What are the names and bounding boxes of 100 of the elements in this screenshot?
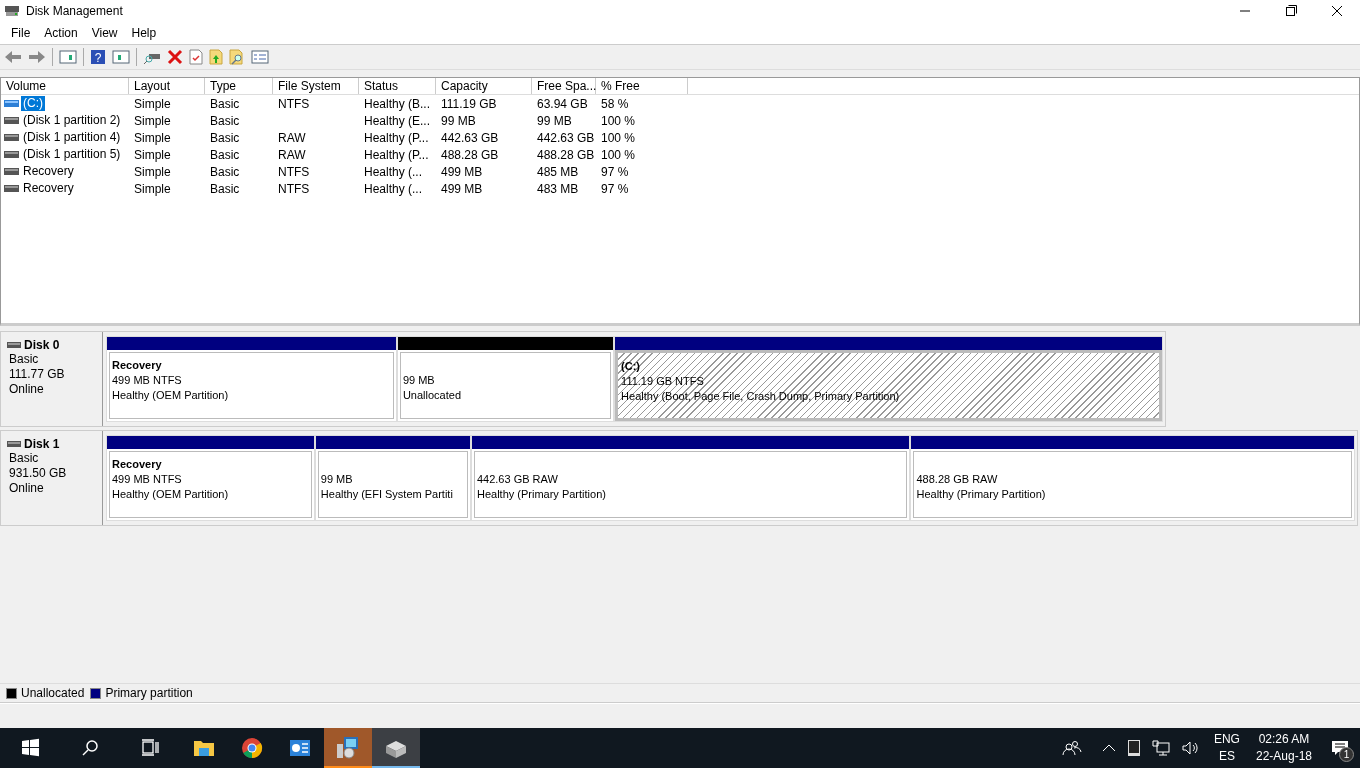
partition-status: Healthy (Boot, Page File, Crash Dump, Primary Partition) <box>621 389 901 404</box>
partition-block[interactable]: (C:) 111.19 GB NTFS Healthy (Boot, Page File, Crash Dump, Primary Partition) <box>614 336 1163 422</box>
search-button[interactable] <box>229 49 245 65</box>
volume-row[interactable]: (C:) Simple Basic NTFS Healthy (B... 111.19 GB 63.94 GB 58 % <box>1 95 1359 112</box>
partition-size: 442.63 GB RAW <box>476 472 559 487</box>
table-cell-text: 63.94 GB <box>536 96 589 111</box>
table-cell-text: 97 % <box>600 164 630 179</box>
table-cell-text: Healthy (P... <box>363 147 430 162</box>
back-button[interactable] <box>4 49 22 65</box>
table-cell-text: 100 % <box>600 113 637 128</box>
volume-row[interactable]: Recovery Simple Basic NTFS Healthy (... 499 MB 483 MB 97 % <box>1 180 1359 197</box>
import-button[interactable] <box>209 49 223 65</box>
partition-block[interactable]: 99 MB Healthy (EFI System Partiti <box>314 435 471 521</box>
table-cell-text: 58 % <box>600 96 630 111</box>
table-cell-text: Basic <box>209 113 241 128</box>
column-header[interactable]: Type <box>205 78 273 94</box>
language-indicator[interactable]: ENG ES <box>1213 731 1240 765</box>
partition-block[interactable]: Recovery 499 MB NTFS Healthy (OEM Partition) <box>106 435 315 521</box>
partition-size: 111.19 GB NTFS <box>621 374 705 389</box>
installer-icon <box>336 736 360 760</box>
table-cell-text: Healthy (E... <box>363 113 432 128</box>
volume-row[interactable]: (Disk 1 partition 2) Simple Basic Healthy (E... 99 MB 99 MB 100 % <box>1 112 1359 129</box>
table-cell-text: Simple <box>133 164 172 179</box>
table-cell-text: NTFS <box>277 96 311 111</box>
table-cell-text: (Disk 1 partition 2) <box>22 113 122 128</box>
network-icon[interactable] <box>1151 740 1170 756</box>
partition-block[interactable]: 99 MB Unallocated <box>396 336 615 422</box>
partition-status: Unallocated <box>402 388 462 403</box>
time-text: 02:26 AM <box>1258 731 1310 748</box>
disk-type: Basic <box>9 451 40 466</box>
disk-status: Online <box>9 481 45 496</box>
table-cell-text: Basic <box>209 164 241 179</box>
partition-status: Healthy (EFI System Partiti <box>320 487 454 502</box>
chevron-up-icon[interactable] <box>1101 743 1116 753</box>
date-text: 22-Aug-18 <box>1255 748 1312 765</box>
help-button[interactable]: ? <box>90 49 106 65</box>
table-cell-text: (Disk 1 partition 4) <box>22 130 122 145</box>
partition-block[interactable]: 488.28 GB RAW Healthy (Primary Partition) <box>910 435 1355 521</box>
partition-size: 99 MB <box>320 472 354 487</box>
table-cell-text: 488.28 GB <box>536 147 596 162</box>
table-cell-text: Basic <box>209 96 241 111</box>
menu-item[interactable]: Action <box>37 26 85 40</box>
partition-block[interactable]: 442.63 GB RAW Healthy (Primary Partition) <box>470 435 911 521</box>
table-cell-text: Healthy (P... <box>363 130 430 145</box>
volume-icon <box>4 117 19 124</box>
partition-status: Healthy (OEM Partition) <box>112 388 230 403</box>
disk-info-panel[interactable]: Disk 1 Basic 931.50 GB Online <box>1 431 103 525</box>
partition-size: 499 MB NTFS <box>112 472 183 487</box>
volume-icon <box>4 185 19 192</box>
column-header[interactable]: File System <box>273 78 359 94</box>
partition-size: 99 MB <box>402 373 436 388</box>
column-header[interactable]: Volume <box>1 78 129 94</box>
properties-button[interactable] <box>189 49 203 65</box>
volume-row[interactable]: (Disk 1 partition 4) Simple Basic RAW Healthy (P... 442.63 GB 442.63 GB 100 % <box>1 129 1359 146</box>
disk-size: 931.50 GB <box>9 466 68 481</box>
partition-block[interactable]: Recovery 499 MB NTFS Healthy (OEM Partition) <box>106 336 397 422</box>
menu-item[interactable]: View <box>84 26 125 40</box>
column-header[interactable]: Free Spa... <box>532 78 596 94</box>
column-header[interactable]: Capacity <box>436 78 532 94</box>
column-header[interactable]: Layout <box>129 78 205 94</box>
column-header[interactable]: % Free <box>596 78 688 94</box>
table-cell-text: Simple <box>133 96 172 111</box>
volume-icon[interactable] <box>1181 740 1200 756</box>
table-cell-text: 100 % <box>600 130 637 145</box>
table-cell-text: 99 MB <box>440 113 477 128</box>
partition-size: 499 MB NTFS <box>112 373 183 388</box>
table-cell-text: 499 MB <box>440 164 484 179</box>
table-cell-text: Healthy (... <box>363 164 424 179</box>
table-cell-text: Healthy (... <box>363 181 424 196</box>
table-cell-text: Recovery <box>22 181 75 196</box>
disk-drive-icon <box>7 441 21 447</box>
column-header[interactable]: Status <box>359 78 436 94</box>
table-cell-text: Basic <box>209 181 241 196</box>
tray-app-icon[interactable] <box>1127 740 1140 756</box>
delete-button[interactable] <box>167 49 183 65</box>
menu-item[interactable]: File <box>4 26 38 40</box>
taskbar-app[interactable] <box>372 728 420 768</box>
disk-size: 111.77 GB <box>9 367 66 382</box>
volume-row[interactable]: Recovery Simple Basic NTFS Healthy (... 499 MB 485 MB 97 % <box>1 163 1359 180</box>
disk-info-panel[interactable]: Disk 0 Basic 111.77 GB Online <box>1 332 103 426</box>
table-cell-text: Recovery <box>22 164 75 179</box>
action-center-button[interactable]: 1 <box>1320 728 1360 768</box>
table-cell-text: Healthy (B... <box>363 96 432 111</box>
partition-status: Healthy (OEM Partition) <box>112 487 230 502</box>
disk-type: Basic <box>9 352 40 367</box>
people-icon[interactable] <box>1061 738 1082 758</box>
table-cell-text: 483 MB <box>536 181 580 196</box>
table-cell-text: NTFS <box>277 181 311 196</box>
disk-name: Disk 0 <box>24 338 60 352</box>
partition-status: Healthy (Primary Partition) <box>916 487 1047 502</box>
clock[interactable]: 02:26 AM 22-Aug-18 <box>1255 731 1312 765</box>
action-pane-button[interactable] <box>112 49 130 65</box>
partition-label: (C:) <box>621 359 642 374</box>
folder-icon <box>193 738 215 758</box>
volume-row[interactable]: (Disk 1 partition 5) Simple Basic RAW Healthy (P... 488.28 GB 488.28 GB 100 % <box>1 146 1359 163</box>
keyboard-layout-text: ES <box>1218 748 1235 765</box>
menu-item[interactable]: Help <box>124 26 164 40</box>
console-tree-button[interactable] <box>59 49 77 65</box>
table-cell-text: 488.28 GB <box>440 147 500 162</box>
forward-button[interactable] <box>28 49 46 65</box>
